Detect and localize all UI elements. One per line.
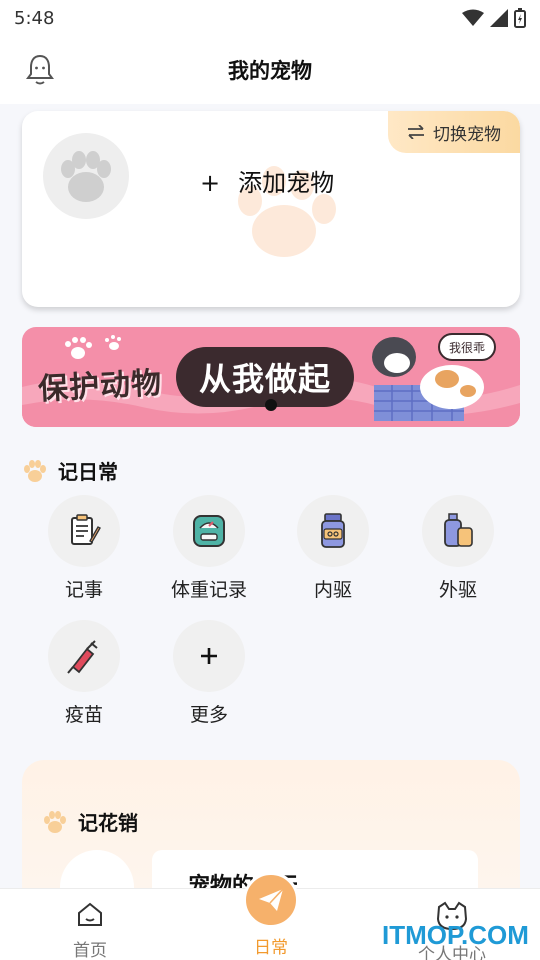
scale-icon [193, 515, 225, 547]
wifi-icon [462, 9, 484, 26]
battery-icon [514, 8, 526, 28]
home-icon [78, 902, 102, 926]
daily-fab-button[interactable] [243, 872, 299, 928]
watermark-text: ITMOP.COM [382, 920, 529, 950]
switch-pet-label: 切换宠物 [433, 124, 501, 145]
daily-item-circle [173, 495, 245, 567]
tab-home-label: 首页 [73, 941, 107, 960]
daily-section-label: 记日常 [58, 460, 118, 484]
daily-item-circle [297, 495, 369, 567]
paper-plane-icon [259, 888, 284, 911]
daily-item-label: 更多 [189, 704, 228, 726]
tab-daily-label: 日常 [254, 938, 288, 958]
daily-item-circle [173, 620, 245, 692]
daily-item-internal-deworm[interactable]: 内驱 [278, 495, 388, 602]
daily-item-more[interactable]: 更多 [154, 620, 264, 727]
banner-bubble: 我很乖 [438, 333, 496, 361]
banner-indicator[interactable] [265, 399, 277, 411]
daily-item-circle [48, 495, 120, 567]
banner-left-text: 保护动物 [37, 365, 164, 408]
daily-item-label: 外驱 [438, 579, 477, 601]
daily-item-circle [422, 495, 494, 567]
signal-icon [490, 9, 508, 27]
plus-icon [201, 648, 217, 664]
daily-section-title: 记日常 [22, 456, 118, 485]
swap-icon [408, 125, 424, 139]
daily-item-circle [48, 620, 120, 692]
daily-item-external-deworm[interactable]: 外驱 [403, 495, 513, 602]
paw-icon [44, 810, 66, 833]
add-pet-button[interactable]: + 添加宠物 [200, 163, 334, 198]
medicine-bottle-icon [321, 513, 345, 548]
app-header: 我的宠物 [0, 36, 540, 104]
status-bar: 5:48 [0, 0, 540, 36]
banner-pill-text: 从我做起 [198, 360, 331, 398]
daily-item-label: 内驱 [313, 579, 352, 601]
spray-bottle-icon [444, 513, 473, 547]
add-plus-icon: + [200, 169, 221, 197]
bell-icon[interactable] [24, 52, 56, 86]
syringe-icon [67, 640, 98, 674]
status-icons [462, 8, 526, 28]
page-title: 我的宠物 [228, 59, 312, 83]
daily-item-notes[interactable]: 记事 [29, 495, 139, 602]
daily-item-label: 体重记录 [170, 579, 247, 601]
switch-pet-button[interactable]: 切换宠物 [388, 111, 520, 153]
pet-card: + 添加宠物 切换宠物 [22, 111, 520, 307]
tab-daily[interactable]: 日常 [216, 929, 326, 958]
daily-item-label: 记事 [64, 579, 103, 601]
expense-section-title: 记花销 [42, 807, 138, 836]
daily-item-vaccine[interactable]: 疫苗 [29, 620, 139, 727]
add-pet-label: 添加宠物 [238, 169, 335, 197]
paw-icon [24, 459, 46, 482]
paw-icon [61, 151, 111, 202]
daily-item-label: 疫苗 [64, 704, 103, 726]
banner-pill: 从我做起 [176, 347, 354, 407]
tab-home[interactable]: 首页 [35, 901, 145, 960]
expense-section-label: 记花销 [78, 811, 138, 835]
daily-item-weight[interactable]: 体重记录 [154, 495, 264, 602]
notebook-icon [71, 514, 101, 545]
pet-avatar[interactable] [43, 133, 129, 219]
promo-banner[interactable]: 保护动物 从我做起 我很乖 [22, 327, 520, 427]
status-time: 5:48 [14, 7, 55, 29]
